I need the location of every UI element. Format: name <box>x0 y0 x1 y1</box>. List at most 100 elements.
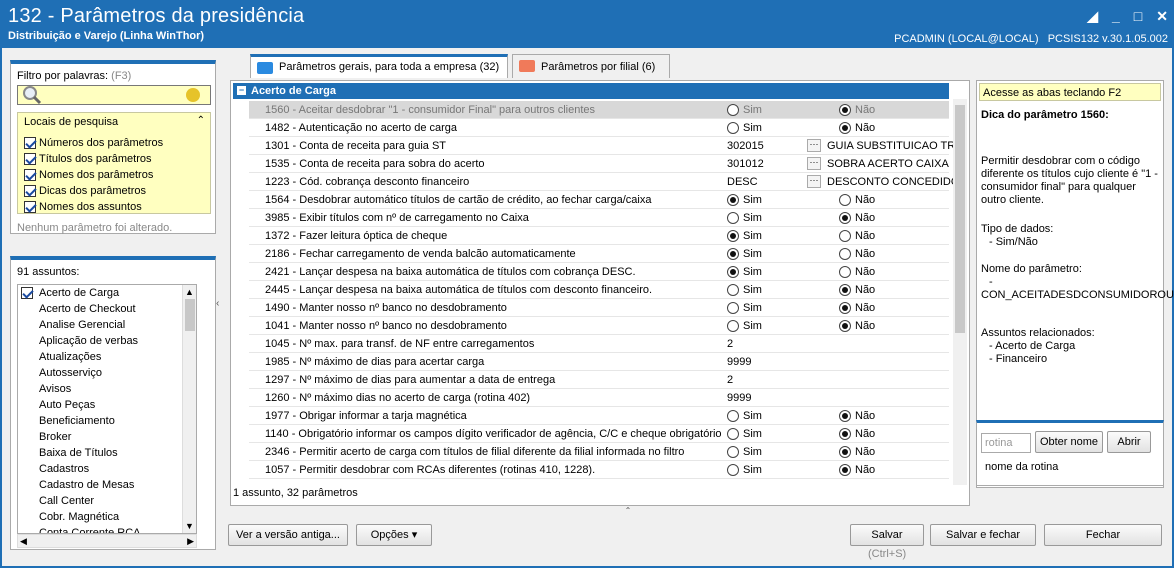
parameter-row[interactable]: 1564 - Desdobrar automático títulos de c… <box>249 191 949 209</box>
scroll-up-icon[interactable]: ▲ <box>185 287 194 297</box>
radio-button[interactable] <box>727 248 739 260</box>
parameter-row[interactable]: 1297 - Nº máximo de dias para aumentar a… <box>249 371 949 389</box>
radio-option-yes[interactable]: Sim <box>727 227 762 245</box>
parameter-row[interactable]: 1057 - Permitir desdobrar com RCAs difer… <box>249 461 949 479</box>
radio-option-no[interactable]: Não <box>839 425 875 443</box>
search-input[interactable] <box>17 85 211 105</box>
radio-button[interactable] <box>727 266 739 278</box>
radio-button[interactable] <box>839 230 851 242</box>
checkbox[interactable] <box>24 169 36 181</box>
close-icon[interactable]: ✕ <box>1156 8 1168 25</box>
radio-option-yes[interactable]: Sim <box>727 443 762 461</box>
radio-button[interactable] <box>839 194 851 206</box>
tab-general[interactable]: Parâmetros gerais, para toda a empresa (… <box>250 54 508 78</box>
subject-item[interactable]: Beneficiamento <box>18 413 196 429</box>
radio-option-no[interactable]: Não <box>839 299 875 317</box>
tab-branch[interactable]: Parâmetros por filial (6) <box>512 54 670 78</box>
parameter-row[interactable]: 1301 - Conta de receita para guia ST 3020… <box>249 137 958 155</box>
group-header[interactable]: − Acerto de Carga <box>233 83 949 99</box>
radio-button[interactable] <box>727 428 739 440</box>
parameter-row[interactable]: 1482 - Autenticação no acerto de carga Si… <box>249 119 949 137</box>
parameter-value[interactable]: 301012 <box>727 155 764 173</box>
subject-item[interactable]: Auto Peças <box>18 397 196 413</box>
radio-button[interactable] <box>839 284 851 296</box>
parameter-row[interactable]: 1260 - Nº máximo dias no acerto de carga… <box>249 389 949 407</box>
checkbox[interactable] <box>24 185 36 197</box>
bottom-splitter[interactable]: ⌃ <box>558 507 698 515</box>
radio-button[interactable] <box>727 320 739 332</box>
parameter-value[interactable]: 2 <box>727 371 733 389</box>
scrollbar-thumb[interactable] <box>185 299 195 331</box>
parameter-row[interactable]: 1223 - Cód. cobrança desconto financeiro… <box>249 173 959 191</box>
radio-button[interactable] <box>839 266 851 278</box>
parameter-value[interactable]: DESC <box>727 173 758 191</box>
lookup-button[interactable]: ··· <box>807 175 821 188</box>
parameter-value[interactable]: 2 <box>727 335 733 353</box>
parameter-row[interactable]: 1041 - Manter nosso nº banco no desdobra… <box>249 317 949 335</box>
close-button[interactable]: Fechar <box>1044 524 1162 546</box>
routine-input[interactable]: rotina <box>981 433 1031 453</box>
radio-option-yes[interactable]: Sim <box>727 263 762 281</box>
radio-option-no[interactable]: Não <box>839 317 875 335</box>
lookup-button[interactable]: ··· <box>807 157 821 170</box>
radio-option-yes[interactable]: Sim <box>727 245 762 263</box>
subject-item[interactable]: Cadastro de Mesas <box>18 477 196 493</box>
scrollbar-thumb[interactable] <box>955 105 965 333</box>
radio-option-yes[interactable]: Sim <box>727 407 762 425</box>
radio-option-yes[interactable]: Sim <box>727 209 762 227</box>
radio-button[interactable] <box>727 284 739 296</box>
subject-item[interactable]: Broker <box>18 429 196 445</box>
subject-item[interactable]: Avisos <box>18 381 196 397</box>
radio-option-no[interactable]: Não <box>839 191 875 209</box>
save-button[interactable]: Salvar <box>850 524 924 546</box>
search-location-option[interactable]: Números dos parâmetros <box>24 135 163 151</box>
checkbox[interactable] <box>24 201 36 213</box>
chevron-up-icon[interactable]: ⌃ <box>197 115 205 126</box>
subject-item[interactable]: Aplicação de verbas <box>18 333 196 349</box>
grid-scrollbar[interactable] <box>953 99 967 485</box>
get-name-button[interactable]: Obter nome <box>1035 431 1103 453</box>
minimize-icon[interactable]: _ <box>1112 8 1120 25</box>
radio-button[interactable] <box>839 446 851 458</box>
radio-option-no[interactable]: Não <box>839 281 875 299</box>
parameter-row[interactable]: 3985 - Exibir títulos com nº de carregam… <box>249 209 949 227</box>
radio-button[interactable] <box>727 302 739 314</box>
old-version-button[interactable]: Ver a versão antiga... <box>228 524 348 546</box>
options-button[interactable]: Opções ▾ <box>356 524 432 546</box>
checkbox[interactable] <box>21 287 33 299</box>
radio-option-no[interactable]: Não <box>839 443 875 461</box>
radio-option-no[interactable]: Não <box>839 407 875 425</box>
radio-button[interactable] <box>727 446 739 458</box>
checkbox[interactable] <box>24 153 36 165</box>
restore-icon[interactable]: ◢ <box>1087 8 1098 25</box>
radio-button[interactable] <box>839 428 851 440</box>
checkbox[interactable] <box>24 137 36 149</box>
radio-option-no[interactable]: Não <box>839 263 875 281</box>
radio-button[interactable] <box>839 320 851 332</box>
radio-option-yes[interactable]: Sim <box>727 119 762 137</box>
subject-item[interactable]: Baixa de Títulos <box>18 445 196 461</box>
save-close-button[interactable]: Salvar e fechar <box>930 524 1036 546</box>
parameter-row[interactable]: 2421 - Lançar despesa na baixa automátic… <box>249 263 949 281</box>
subject-item[interactable]: Cadastros <box>18 461 196 477</box>
search-location-option[interactable]: Dicas dos parâmetros <box>24 183 163 199</box>
parameter-row[interactable]: 2445 - Lançar despesa na baixa automátic… <box>249 281 949 299</box>
radio-option-no[interactable]: Não <box>839 209 875 227</box>
search-location-option[interactable]: Nomes dos assuntos <box>24 199 163 215</box>
parameter-row[interactable]: 2186 - Fechar carregamento de venda balc… <box>249 245 949 263</box>
radio-option-yes[interactable]: Sim <box>727 191 762 209</box>
radio-option-no[interactable]: Não <box>839 245 875 263</box>
radio-button[interactable] <box>839 464 851 476</box>
search-location-option[interactable]: Títulos dos parâmetros <box>24 151 163 167</box>
subject-item[interactable]: Analise Gerencial <box>18 317 196 333</box>
left-splitter[interactable]: ‹ <box>216 228 224 388</box>
radio-button[interactable] <box>839 212 851 224</box>
radio-button[interactable] <box>727 410 739 422</box>
chevron-left-icon[interactable]: ‹ <box>216 298 219 309</box>
parameter-row[interactable]: 1560 - Aceitar desdobrar "1 - consumidor… <box>249 101 949 119</box>
subject-item[interactable]: Acerto de Checkout <box>18 301 196 317</box>
open-button[interactable]: Abrir <box>1107 431 1151 453</box>
radio-button[interactable] <box>839 104 851 116</box>
parameter-row[interactable]: 1977 - Obrigar informar a tarja magnétic… <box>249 407 949 425</box>
parameter-row[interactable]: 2346 - Permitir acerto de carga com títu… <box>249 443 949 461</box>
